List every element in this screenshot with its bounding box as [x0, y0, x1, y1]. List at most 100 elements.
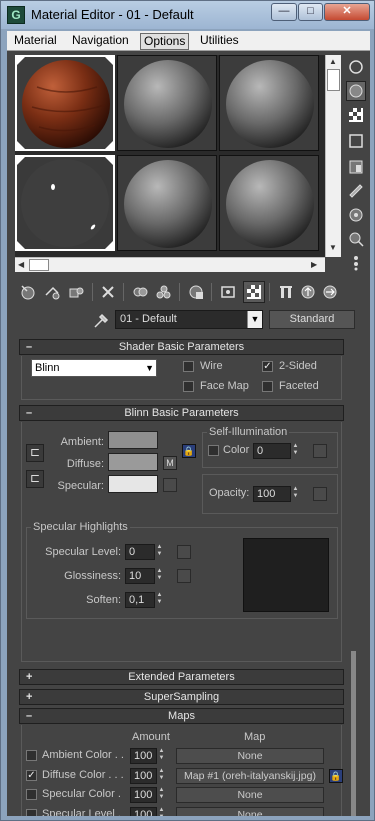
- self-illum-map-button[interactable]: [313, 444, 327, 458]
- slots-vertical-scrollbar[interactable]: ▲ ▼: [325, 55, 341, 257]
- self-illum-value[interactable]: 0: [253, 443, 291, 459]
- sample-slot-4[interactable]: [15, 155, 115, 251]
- specular-level-spinner[interactable]: 0 ▲ ▼: [125, 544, 165, 560]
- sample-slot-5[interactable]: [117, 155, 217, 251]
- map-slot-button[interactable]: Map #1 (oreh-italyanskij.jpg): [176, 767, 324, 784]
- rollout-blinn-basic-header[interactable]: – Blinn Basic Parameters: [19, 405, 344, 421]
- put-material-icon[interactable]: [41, 281, 63, 303]
- lock-diffuse-specular-icon[interactable]: ⊏: [26, 470, 44, 488]
- diffuse-color-swatch[interactable]: [108, 453, 158, 471]
- rollout-supersampling-header[interactable]: + SuperSampling: [19, 689, 344, 705]
- spinner-arrows-icon[interactable]: ▲▼: [291, 443, 300, 459]
- map-slot-button[interactable]: None: [176, 748, 324, 764]
- map-enable-checkbox[interactable]: [26, 808, 37, 816]
- lock-ambient-diffuse-icon[interactable]: ⊏: [26, 444, 44, 462]
- spinner-arrows-icon[interactable]: ▲▼: [155, 592, 164, 608]
- scroll-thumb[interactable]: [29, 259, 49, 271]
- self-illum-spinner[interactable]: 0 ▲ ▼: [253, 443, 301, 459]
- show-end-result-icon[interactable]: [275, 281, 297, 303]
- shader-type-select[interactable]: Blinn ▼: [31, 359, 157, 377]
- spinner-arrows-icon[interactable]: ▲▼: [157, 807, 166, 817]
- scroll-thumb[interactable]: [327, 69, 340, 91]
- map-slot-button[interactable]: None: [176, 806, 324, 816]
- rollout-scrollbar[interactable]: [351, 335, 359, 816]
- put-to-library-icon[interactable]: [153, 281, 175, 303]
- spinner-arrows-icon[interactable]: ▲▼: [291, 486, 300, 502]
- backlight-icon[interactable]: [346, 81, 366, 101]
- diffuse-map-button[interactable]: M: [163, 456, 177, 470]
- lock-icon[interactable]: 🔒: [329, 769, 343, 783]
- scroll-left-icon[interactable]: ◀: [18, 260, 24, 270]
- material-type-button[interactable]: Standard: [269, 310, 355, 329]
- sample-slot-1[interactable]: [15, 55, 115, 151]
- material-map-navigator-icon[interactable]: [346, 253, 366, 273]
- map-amount-spinner[interactable]: 100▲▼: [130, 806, 166, 817]
- specular-level-value[interactable]: 0: [125, 544, 155, 560]
- make-unique-icon[interactable]: [129, 281, 151, 303]
- scroll-thumb[interactable]: [351, 651, 356, 816]
- map-amount-value[interactable]: 100: [130, 767, 157, 784]
- get-material-icon[interactable]: [17, 281, 39, 303]
- map-enable-checkbox[interactable]: [26, 789, 37, 800]
- reset-map-icon[interactable]: [97, 281, 119, 303]
- video-color-check-icon[interactable]: [346, 157, 366, 177]
- glossiness-spinner[interactable]: 10 ▲ ▼: [125, 568, 165, 584]
- minimize-button[interactable]: —: [271, 3, 297, 21]
- scroll-up-icon[interactable]: ▲: [329, 57, 337, 67]
- specular-color-swatch[interactable]: [108, 475, 158, 493]
- opacity-value[interactable]: 100: [253, 486, 291, 502]
- map-amount-spinner[interactable]: 100▲▼: [130, 787, 166, 803]
- map-enable-checkbox[interactable]: ✓: [26, 769, 37, 781]
- two-sided-checkbox[interactable]: ✓: [262, 361, 273, 372]
- rollout-extended-header[interactable]: + Extended Parameters: [19, 669, 344, 685]
- spinner-arrows-icon[interactable]: ▲▼: [155, 544, 164, 560]
- spinner-arrows-icon[interactable]: ▲▼: [157, 748, 166, 764]
- sample-type-icon[interactable]: [346, 57, 366, 77]
- map-amount-value[interactable]: 100: [130, 806, 157, 816]
- face-map-checkbox[interactable]: [183, 381, 194, 392]
- menu-material[interactable]: Material: [11, 33, 60, 50]
- map-amount-spinner[interactable]: 100▲▼: [130, 748, 166, 764]
- uv-tiling-icon[interactable]: [346, 131, 366, 151]
- show-map-in-viewport-icon[interactable]: [243, 281, 265, 303]
- go-forward-to-sibling-icon[interactable]: [319, 281, 341, 303]
- maximize-button[interactable]: □: [298, 3, 323, 21]
- glossiness-value[interactable]: 10: [125, 568, 155, 584]
- opacity-map-button[interactable]: [313, 487, 327, 501]
- soften-spinner[interactable]: 0,1 ▲ ▼: [125, 592, 165, 608]
- go-to-parent-icon[interactable]: [297, 281, 319, 303]
- self-illum-color-checkbox[interactable]: [208, 445, 219, 456]
- menu-navigation[interactable]: Navigation: [69, 33, 132, 50]
- scroll-down-icon[interactable]: ▼: [329, 243, 337, 253]
- sample-slot-3[interactable]: [219, 55, 319, 151]
- title-bar[interactable]: G Material Editor - 01 - Default — □ ✕: [1, 1, 374, 29]
- faceted-checkbox[interactable]: [262, 381, 273, 392]
- material-effects-channel-icon[interactable]: [185, 281, 207, 303]
- sample-slot-2[interactable]: [117, 55, 217, 151]
- background-icon[interactable]: [346, 105, 366, 125]
- lock-icon[interactable]: 🔒: [182, 444, 196, 458]
- wire-checkbox[interactable]: [183, 361, 194, 372]
- map-amount-value[interactable]: 100: [130, 748, 157, 764]
- specular-level-map-button[interactable]: [177, 545, 191, 559]
- chevron-down-icon[interactable]: ▼: [247, 311, 262, 328]
- make-preview-icon[interactable]: [346, 181, 366, 201]
- map-slot-button[interactable]: None: [176, 787, 324, 803]
- show-shaded-material-icon[interactable]: [217, 281, 239, 303]
- rollout-shader-basic-header[interactable]: – Shader Basic Parameters: [19, 339, 344, 355]
- eyedropper-icon[interactable]: [93, 311, 109, 329]
- close-button[interactable]: ✕: [324, 3, 370, 21]
- material-name-field[interactable]: 01 - Default ▼: [115, 310, 263, 329]
- map-amount-value[interactable]: 100: [130, 787, 157, 803]
- scroll-right-icon[interactable]: ▶: [311, 260, 317, 270]
- options-icon[interactable]: [346, 205, 366, 225]
- opacity-spinner[interactable]: 100 ▲ ▼: [253, 486, 301, 502]
- glossiness-map-button[interactable]: [177, 569, 191, 583]
- menu-utilities[interactable]: Utilities: [197, 33, 242, 50]
- slots-horizontal-scrollbar[interactable]: ◀ ▶: [15, 257, 325, 272]
- sample-slot-6[interactable]: [219, 155, 319, 251]
- assign-material-icon[interactable]: [65, 281, 87, 303]
- rollout-maps-header[interactable]: – Maps: [19, 708, 344, 724]
- spinner-arrows-icon[interactable]: ▲▼: [157, 768, 166, 784]
- map-enable-checkbox[interactable]: [26, 750, 37, 761]
